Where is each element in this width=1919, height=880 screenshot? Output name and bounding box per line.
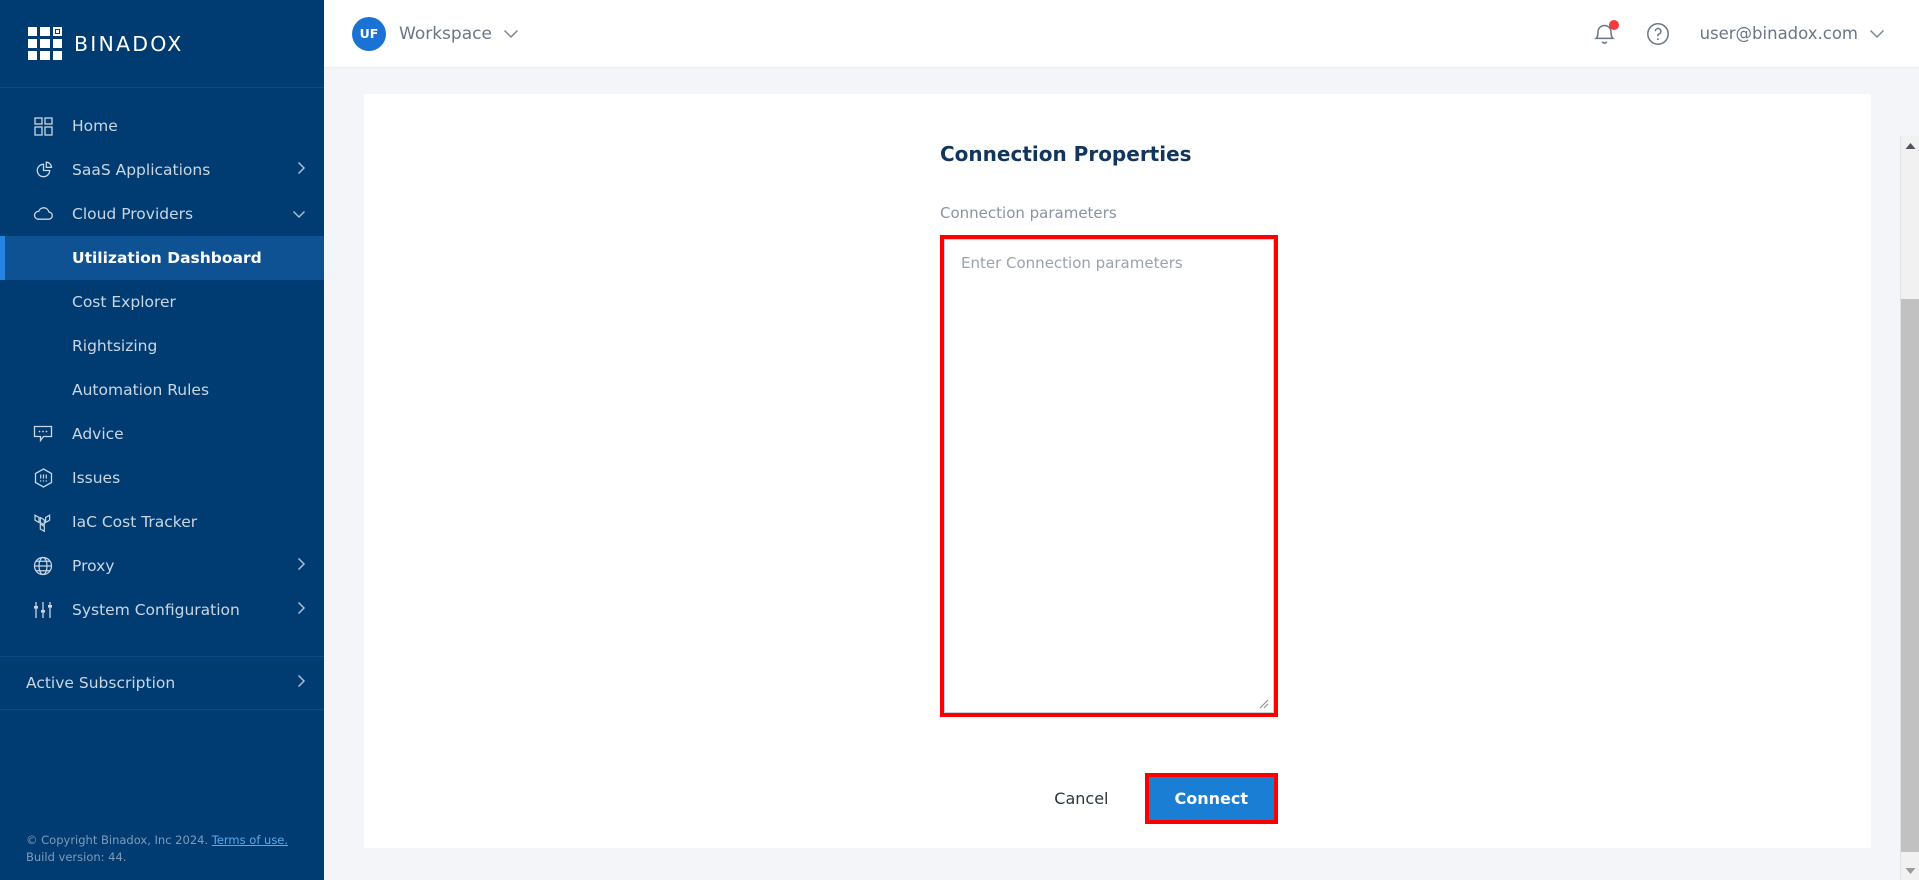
grid-logo-icon xyxy=(28,26,62,61)
speech-bubble-icon xyxy=(30,423,56,445)
chevron-right-icon xyxy=(297,557,306,575)
chevron-right-icon xyxy=(297,601,306,619)
sidebar-item-advice[interactable]: Advice xyxy=(0,412,324,456)
page-title: Connection Properties xyxy=(940,142,1192,166)
help-button[interactable] xyxy=(1646,22,1670,46)
globe-icon xyxy=(30,555,56,577)
sidebar-item-label: System Configuration xyxy=(72,601,240,619)
chevron-down-icon xyxy=(503,24,519,43)
user-email: user@binadox.com xyxy=(1699,24,1858,43)
topbar: UF Workspace user@binadox.com xyxy=(324,0,1919,68)
sidebar-item-label: Automation Rules xyxy=(72,381,210,399)
sidebar-item-label: Active Subscription xyxy=(26,674,176,692)
sidebar-item-proxy[interactable]: Proxy xyxy=(0,544,324,588)
sidebar-item-label: Advice xyxy=(72,425,124,443)
page-body: Connection Properties Connection paramet… xyxy=(324,68,1919,880)
sidebar: BINADOX Home SaaS Applications Cloud Pro… xyxy=(0,0,324,880)
sidebar-item-label: IaC Cost Tracker xyxy=(72,513,198,531)
sidebar-item-cloud-providers[interactable]: Cloud Providers xyxy=(0,192,324,236)
notifications-button[interactable] xyxy=(1593,19,1619,46)
sidebar-item-automation-rules[interactable]: Automation Rules xyxy=(0,368,324,412)
sidebar-item-home[interactable]: Home xyxy=(0,104,324,148)
sidebar-item-rightsizing[interactable]: Rightsizing xyxy=(0,324,324,368)
connection-parameters-highlight xyxy=(940,235,1278,717)
sidebar-item-system-configuration[interactable]: System Configuration xyxy=(0,588,324,632)
sidebar-item-cost-explorer[interactable]: Cost Explorer xyxy=(0,280,324,324)
sidebar-item-label: Cloud Providers xyxy=(72,205,194,223)
copyright-text: © Copyright Binadox, Inc 2024. xyxy=(26,832,209,847)
connect-button[interactable]: Connect xyxy=(1148,777,1274,820)
sidebar-item-label: Issues xyxy=(72,469,121,487)
main-area: UF Workspace user@binadox.com Connection… xyxy=(324,0,1919,880)
sidebar-item-label: Proxy xyxy=(72,557,115,575)
subscription-section: Active Subscription xyxy=(0,656,324,710)
sidebar-item-label: Cost Explorer xyxy=(72,293,176,311)
page-scrollbar[interactable] xyxy=(1900,136,1919,880)
triangle-down-icon[interactable] xyxy=(1901,861,1919,880)
terraform-icon xyxy=(30,511,56,533)
scrollbar-thumb[interactable] xyxy=(1901,299,1919,852)
connection-parameters-label: Connection parameters xyxy=(940,204,1117,222)
chevron-down-icon xyxy=(292,205,306,223)
sidebar-footer: © Copyright Binadox, Inc 2024. Terms of … xyxy=(26,832,288,867)
content-card: Connection Properties Connection paramet… xyxy=(364,94,1871,848)
dashboard-grid-icon xyxy=(30,115,56,137)
sidebar-nav: Home SaaS Applications Cloud Providers U… xyxy=(0,88,324,880)
sidebar-item-issues[interactable]: Issues xyxy=(0,456,324,500)
sliders-icon xyxy=(30,599,56,621)
app-root: BINADOX Home SaaS Applications Cloud Pro… xyxy=(0,0,1919,880)
hexagon-alert-icon xyxy=(30,467,56,489)
sidebar-item-iac-cost-tracker[interactable]: IaC Cost Tracker xyxy=(0,500,324,544)
brand-logo[interactable]: BINADOX xyxy=(0,0,324,88)
sidebar-item-saas-applications[interactable]: SaaS Applications xyxy=(0,148,324,192)
build-version: Build version: 44. xyxy=(26,849,127,864)
triangle-up-icon[interactable] xyxy=(1901,136,1919,155)
sidebar-item-label: Home xyxy=(72,117,118,135)
sidebar-item-label: SaaS Applications xyxy=(72,161,211,179)
chevron-right-icon xyxy=(297,161,306,179)
sidebar-item-label: Rightsizing xyxy=(72,337,158,355)
cancel-button[interactable]: Cancel xyxy=(1040,779,1122,818)
chevron-down-icon xyxy=(1869,24,1885,43)
connect-button-highlight: Connect xyxy=(1144,773,1278,824)
workspace-selector[interactable]: UF Workspace xyxy=(352,16,519,51)
form-actions: Cancel Connect xyxy=(940,773,1278,824)
sidebar-item-utilization-dashboard[interactable]: Utilization Dashboard xyxy=(0,236,324,280)
workspace-label: Workspace xyxy=(399,23,492,44)
connection-form: Connection Properties Connection paramet… xyxy=(364,94,1871,824)
user-menu[interactable]: user@binadox.com xyxy=(1700,24,1885,43)
notification-badge xyxy=(1608,19,1619,30)
sidebar-item-active-subscription[interactable]: Active Subscription xyxy=(0,657,324,709)
brand-name: BINADOX xyxy=(74,31,184,56)
sidebar-item-label: Utilization Dashboard xyxy=(72,249,262,267)
pie-chart-icon xyxy=(30,159,56,181)
copyright-line: © Copyright Binadox, Inc 2024. Terms of … xyxy=(26,832,288,849)
cloud-icon xyxy=(30,203,56,225)
workspace-avatar: UF xyxy=(352,16,386,51)
terms-of-use-link[interactable]: Terms of use. xyxy=(212,833,288,847)
chevron-right-icon xyxy=(297,674,306,692)
connection-parameters-input[interactable] xyxy=(944,239,1274,713)
